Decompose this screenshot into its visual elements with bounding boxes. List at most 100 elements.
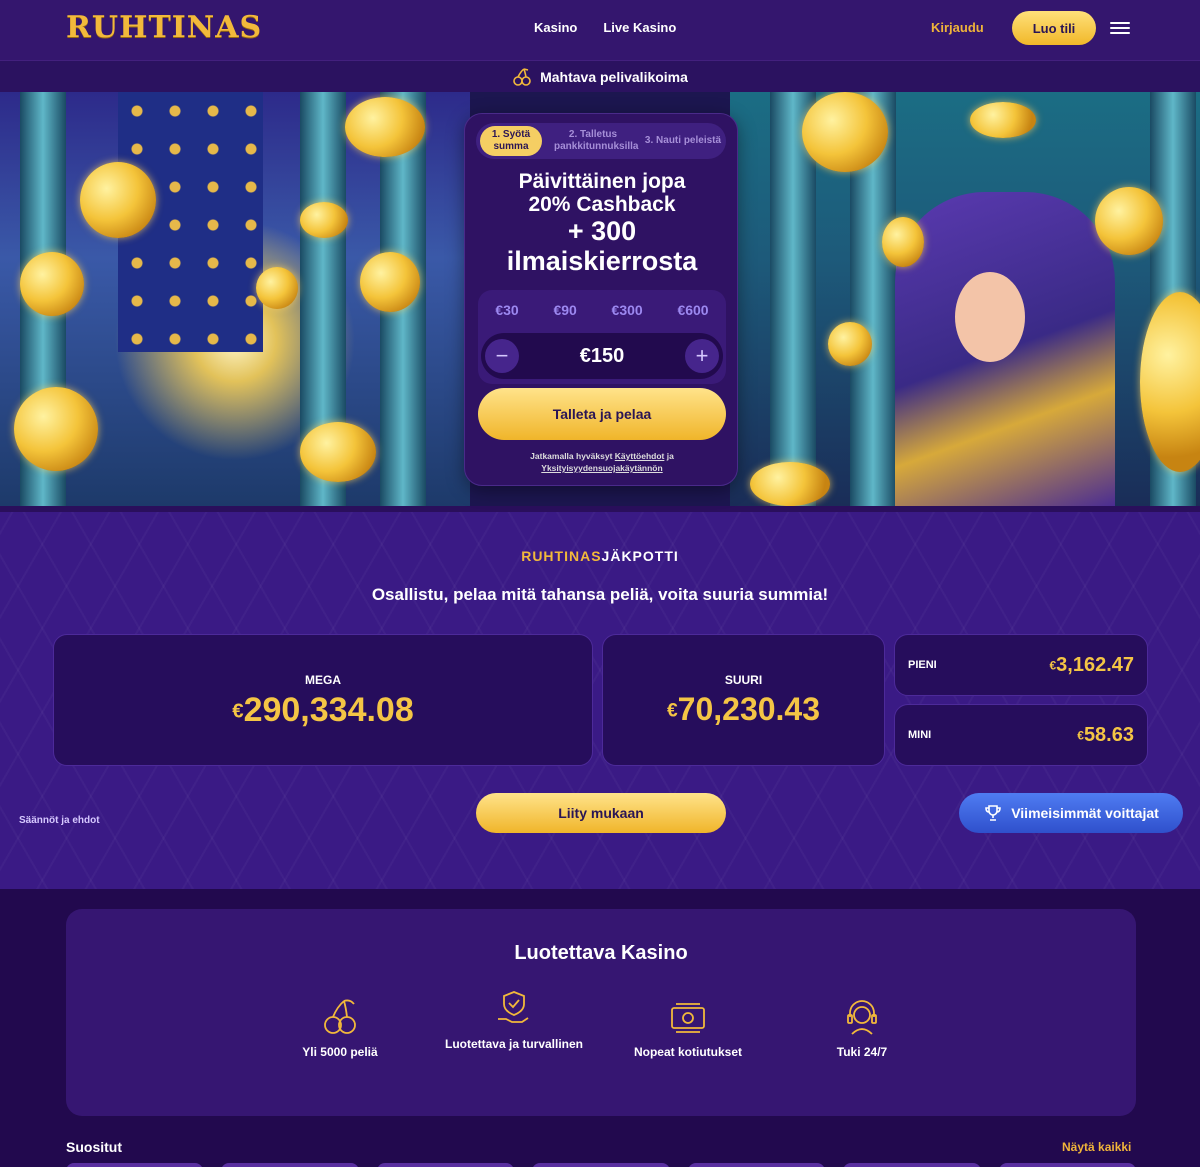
join-jackpot-button[interactable]: Liity mukaan [476, 793, 726, 833]
mini-amount: 58.63 [1083, 723, 1134, 746]
offer-line-4: ilmaiskierrosta [506, 246, 698, 276]
terms-prefix: Jatkamalla hyväksyt [530, 451, 615, 461]
jackpot-mega-value: €290,334.08 [54, 691, 592, 730]
gold-coin [256, 267, 298, 309]
terms-link[interactable]: Käyttöehdot [615, 451, 665, 461]
game-thumbnail[interactable] [66, 1163, 204, 1167]
game-thumbnails [66, 1163, 1136, 1167]
suuri-amount: 70,230.43 [677, 691, 821, 727]
hamburger-menu-icon[interactable] [1110, 19, 1130, 37]
jackpot-suuri-value: €70,230.43 [603, 691, 884, 728]
top-bar: RUHTINAS Kasino Live Kasino Kirjaudu Luo… [0, 0, 1200, 60]
nav-kasino[interactable]: Kasino [534, 20, 577, 35]
step-1: 1. Syötä summa [480, 126, 542, 156]
feature-safe: Luotettava ja turvallinen [444, 989, 584, 1052]
offer-line-3: + 300 [567, 216, 637, 246]
bonus-offer: Päivittäinen jopa 20% Cashback + 300 ilm… [465, 170, 739, 276]
currency-symbol: € [666, 700, 678, 722]
cherries-icon [324, 999, 356, 1034]
cash-icon [671, 1003, 705, 1033]
gold-coin [882, 217, 924, 267]
signup-button[interactable]: Luo tili [1012, 11, 1096, 45]
mega-amount: 290,334.08 [243, 691, 414, 729]
amount-chip-30[interactable]: €30 [495, 302, 518, 318]
jackpot-pieni-label: PIENI [908, 659, 937, 671]
gold-coin [80, 162, 156, 238]
latest-winners-label: Viimeisimmät voittajat [1011, 805, 1159, 821]
game-thumbnail[interactable] [221, 1163, 359, 1167]
jackpot-mega-label: MEGA [305, 673, 341, 687]
jackpot-suuri-label: SUURI [724, 673, 763, 687]
game-thumbnail[interactable] [376, 1163, 515, 1167]
jackpot-pieni: PIENI €3,162.47 [894, 634, 1148, 696]
currency-symbol: € [232, 700, 244, 723]
game-thumbnail[interactable] [532, 1163, 670, 1167]
jackpot-mini-label: MINI [908, 729, 932, 741]
plus-icon[interactable]: + [685, 339, 719, 373]
jackpot-logo-b: JÄKPOTTI [601, 548, 679, 564]
amount-value[interactable]: €150 [580, 345, 625, 368]
brand-logo[interactable]: RUHTINAS [66, 10, 262, 45]
jackpot-section: RUHTINASJÄKPOTTI Osallistu, pelaa mitä t… [0, 512, 1200, 889]
login-link[interactable]: Kirjaudu [931, 20, 984, 35]
amount-selector: €30 €90 €300 €600 − €150 + [478, 290, 726, 384]
offer-line-2: 20% Cashback [528, 193, 676, 216]
lower-section: Luotettava Kasino Yli 5000 peliä Luotett… [0, 889, 1200, 1167]
jackpot-logo-a: RUHTINAS [521, 548, 602, 564]
game-thumbnail[interactable] [998, 1163, 1136, 1167]
gold-coin [1095, 187, 1163, 255]
feature-withdrawals-label: Nopeat kotiutukset [633, 1045, 742, 1059]
gold-coin [20, 252, 84, 316]
jester-face [955, 272, 1025, 362]
gold-coin [750, 462, 830, 506]
cherries-icon [513, 67, 531, 86]
jackpot-subtitle: Osallistu, pelaa mitä tahansa peliä, voi… [371, 585, 829, 604]
feature-safe-label: Luotettava ja turvallinen [444, 1037, 584, 1051]
gold-coin [360, 252, 420, 312]
jackpot-logo: RUHTINASJÄKPOTTI [0, 548, 1200, 564]
feature-support-label: Tuki 24/7 [836, 1045, 888, 1059]
promo-strip-text: Mahtava pelivalikoima [540, 68, 688, 85]
promo-strip: Mahtava pelivalikoima [0, 60, 1200, 92]
privacy-link[interactable]: Yksityisyydensuojakäytännön [541, 463, 662, 473]
gold-coin [970, 102, 1036, 138]
gold-coin [345, 97, 425, 157]
amount-chip-300[interactable]: €300 [612, 302, 643, 318]
jackpot-pieni-value: €3,162.47 [1049, 654, 1134, 677]
pieni-amount: 3,162.47 [1056, 653, 1134, 676]
nav-live-kasino[interactable]: Live Kasino [603, 20, 676, 35]
feature-games: Yli 5000 peliä [270, 997, 410, 1060]
feature-games-label: Yli 5000 peliä [302, 1045, 378, 1059]
feature-withdrawals: Nopeat kotiutukset [618, 997, 758, 1060]
step-3: 3. Nauti peleistä [644, 135, 722, 146]
shield-hand-icon [498, 991, 529, 1023]
amount-chip-600[interactable]: €600 [677, 302, 708, 318]
deposit-button[interactable]: Talleta ja pelaa [478, 388, 726, 440]
trust-title: Luotettava Kasino [514, 942, 688, 964]
feature-support: Tuki 24/7 [792, 997, 932, 1060]
deposit-steps: 1. Syötä summa 2. Talletus pankkitunnuks… [476, 123, 726, 159]
currency-symbol: € [1077, 728, 1084, 743]
jackpot-mini: MINI €58.63 [894, 704, 1148, 766]
trophy-icon [985, 805, 1002, 821]
terms-text: Jatkamalla hyväksyt Käyttöehdot ja Yksit… [485, 450, 719, 474]
minus-icon[interactable]: − [485, 339, 519, 373]
latest-winners-button[interactable]: Viimeisimmät voittajat [959, 793, 1183, 833]
jackpot-mega: MEGA €290,334.08 [53, 634, 593, 766]
jackpot-suuri: SUURI €70,230.43 [602, 634, 885, 766]
headset-icon [847, 1000, 877, 1035]
game-thumbnail[interactable] [687, 1163, 826, 1167]
gold-coin [828, 322, 872, 366]
jackpot-mini-value: €58.63 [1077, 724, 1134, 747]
gold-coin [300, 422, 376, 482]
terms-and: ja [664, 451, 674, 461]
step-2: 2. Talletus pankkitunnuksilla [554, 129, 639, 152]
game-thumbnail[interactable] [843, 1163, 981, 1167]
gold-coin [14, 387, 98, 471]
popular-heading: Suositut [66, 1139, 122, 1155]
amount-chip-90[interactable]: €90 [553, 302, 576, 318]
amount-stepper: − €150 + [481, 333, 723, 379]
rules-link[interactable]: Säännöt ja ehdot [19, 815, 100, 826]
show-all-link[interactable]: Näytä kaikki [1062, 1140, 1131, 1154]
trust-panel: Luotettava Kasino Yli 5000 peliä Luotett… [66, 909, 1136, 1116]
